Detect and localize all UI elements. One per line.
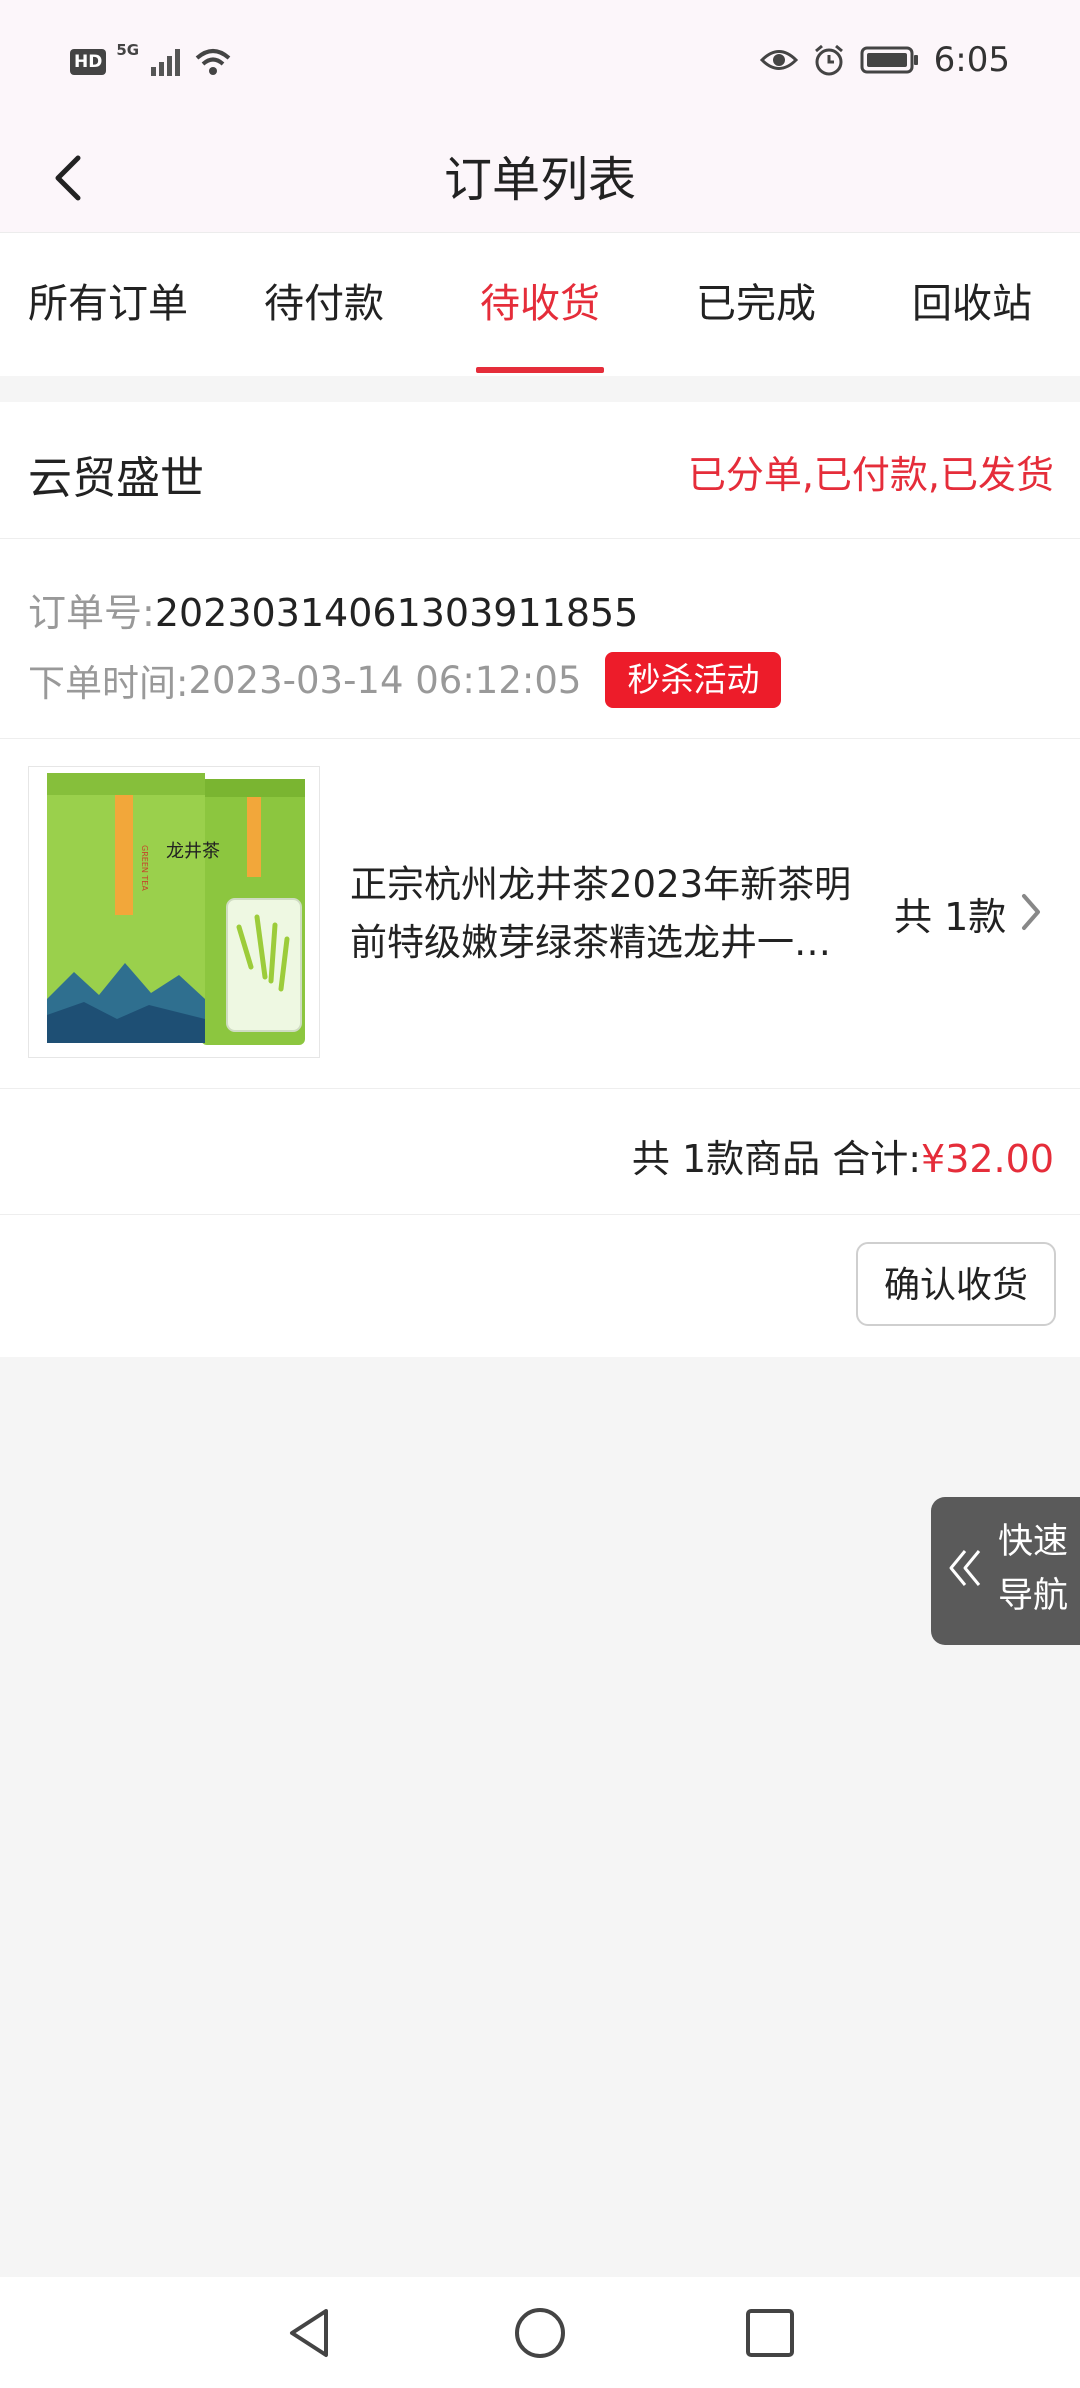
product-title-line1: 正宗杭州龙井茶2023年新茶明 (350, 863, 852, 906)
shop-name: 云贸盛世 (28, 453, 204, 504)
order-tabs: 所有订单 待付款 待收货 已完成 回收站 (0, 233, 1080, 376)
tab-completed[interactable]: 已完成 (648, 233, 864, 376)
tab-all-orders[interactable]: 所有订单 (0, 233, 216, 376)
nav-back-icon[interactable] (282, 2305, 338, 2361)
signal-icon (151, 49, 181, 76)
order-time-value: 2023-03-14 06:12:05 (188, 658, 582, 702)
tab-pending-payment[interactable]: 待付款 (216, 233, 432, 376)
package-text-en: GREEN TEA (140, 845, 149, 891)
quick-nav-button[interactable]: 快速导航 (931, 1497, 1080, 1645)
page-title: 订单列表 (443, 152, 636, 208)
system-nav-bar (0, 2277, 1080, 2388)
product-row[interactable]: 龙井茶 GREEN TEA 正宗杭州龙井茶2023年新茶明 前特级嫩芽绿茶精选龙… (0, 738, 1080, 1089)
battery-icon (860, 46, 918, 74)
tab-pending-receipt[interactable]: 待收货 (432, 233, 648, 376)
order-info: 订单号:20230314061303911855 下单时间: 2023-03-14… (0, 538, 1080, 739)
nav-recents-icon[interactable] (742, 2305, 798, 2361)
package-text-cn: 龙井茶 (166, 841, 220, 862)
alarm-icon (814, 44, 843, 76)
double-chevron-left-icon (949, 1550, 981, 1586)
order-summary-label: 共 1款商品 合计: (631, 1137, 922, 1181)
order-time-label: 下单时间: (28, 662, 189, 705)
network-type: 5G (116, 41, 140, 59)
order-number: 订单号:20230314061303911855 (28, 582, 638, 637)
product-count: 共 1款 (894, 895, 1007, 939)
eye-icon (759, 50, 798, 70)
product-title: 正宗杭州龙井茶2023年新茶明 前特级嫩芽绿茶精选龙井一… (350, 856, 870, 972)
wifi-icon (195, 49, 231, 75)
status-left: HD 5G (70, 41, 233, 78)
order-card[interactable]: 云贸盛世 已分单,已付款,已发货 订单号:2023031406130391185… (0, 402, 1080, 1357)
order-number-value: 20230314061303911855 (154, 591, 639, 635)
status-bar: HD 5G 6:05 (0, 0, 1080, 130)
tea-package-illustration: 龙井茶 GREEN TEA (29, 767, 319, 1057)
hd-badge: HD (70, 49, 107, 75)
nav-home-icon[interactable] (512, 2305, 568, 2361)
chevron-right-icon[interactable] (1018, 890, 1044, 934)
product-image: 龙井茶 GREEN TEA (28, 766, 320, 1058)
order-number-label: 订单号: (28, 591, 155, 635)
app-header: 订单列表 (0, 130, 1080, 233)
order-total-price: ¥32.00 (921, 1137, 1054, 1181)
order-total: 共 1款商品 合计:¥32.00 (632, 1128, 1054, 1183)
shop-row: 云贸盛世 已分单,已付款,已发货 (0, 402, 1080, 539)
order-status: 已分单,已付款,已发货 (687, 453, 1054, 497)
status-right: 6:05 (759, 40, 1010, 80)
confirm-receipt-button[interactable]: 确认收货 (856, 1242, 1056, 1326)
clock: 6:05 (933, 40, 1010, 80)
seckill-badge: 秒杀活动 (605, 652, 782, 708)
tab-recycle-bin[interactable]: 回收站 (864, 233, 1080, 376)
product-title-line2: 前特级嫩芽绿茶精选龙井一… (350, 921, 831, 964)
order-actions: 确认收货 (0, 1214, 1080, 1357)
quick-nav-label: 快速导航 (997, 1522, 1068, 1616)
order-time: 下单时间: 2023-03-14 06:12:05 秒杀活动 (28, 652, 782, 708)
order-total-row: 共 1款商品 合计:¥32.00 (0, 1088, 1080, 1215)
